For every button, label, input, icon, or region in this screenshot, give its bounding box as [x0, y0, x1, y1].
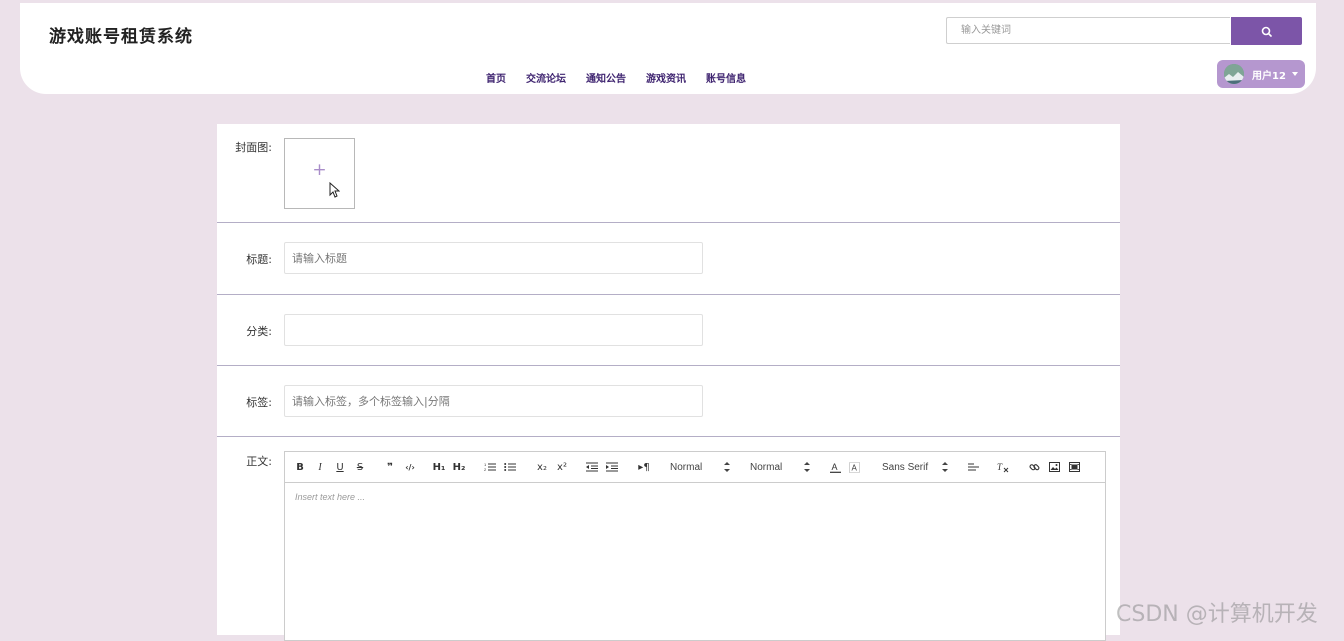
- background-color-button[interactable]: A: [847, 452, 861, 482]
- header-select[interactable]: Normal: [750, 452, 812, 482]
- select-arrows-icon: [942, 462, 948, 472]
- bullet-list-button[interactable]: [503, 452, 517, 482]
- align-button[interactable]: [966, 452, 980, 482]
- header-select-value: Normal: [750, 461, 783, 473]
- h2-button[interactable]: H₂: [451, 452, 467, 482]
- tags-label: 标签:: [246, 396, 272, 409]
- editor-toolbar: B I U S ❞ ‹/› H₁ H₂ 1 2 x₂ x² ▸¶ Normal …: [285, 452, 1105, 483]
- code-button[interactable]: ‹/›: [402, 452, 418, 482]
- category-label: 分类:: [246, 325, 272, 338]
- font-select-value: Sans Serif: [882, 461, 929, 473]
- svg-text:A: A: [851, 463, 857, 472]
- title-row: 标题:: [217, 223, 1120, 295]
- indent-button[interactable]: [605, 452, 619, 482]
- svg-text:T: T: [997, 462, 1003, 472]
- site-title: 游戏账号租赁系统: [49, 27, 193, 47]
- editor-content-area[interactable]: Insert text here ...: [285, 483, 1105, 511]
- svg-text:2: 2: [484, 467, 487, 472]
- site-header: 游戏账号租赁系统 首页 交流论坛 通知公告 游戏资讯 账号信息 用户12: [20, 3, 1316, 94]
- nav-item-accounts[interactable]: 账号信息: [706, 70, 746, 85]
- image-icon: [1048, 462, 1060, 472]
- tags-input[interactable]: [284, 385, 703, 417]
- text-color-button[interactable]: A: [828, 452, 842, 482]
- content-label: 正文:: [246, 455, 272, 468]
- outdent-button[interactable]: [585, 452, 599, 482]
- underline-button[interactable]: U: [333, 452, 347, 482]
- cover-label: 封面图:: [235, 141, 272, 154]
- indent-icon: [606, 462, 618, 472]
- superscript-button[interactable]: x²: [554, 452, 570, 482]
- select-arrows-icon: [724, 462, 730, 472]
- size-select[interactable]: Normal: [670, 452, 732, 482]
- plus-icon: +: [312, 160, 327, 180]
- title-label: 标题:: [246, 253, 272, 266]
- link-button[interactable]: [1027, 452, 1041, 482]
- watermark: CSDN @计算机开发: [1116, 602, 1318, 627]
- chevron-down-icon: [1291, 72, 1298, 76]
- clear-format-button[interactable]: T: [996, 452, 1010, 482]
- outdent-icon: [586, 462, 598, 472]
- nav-item-home[interactable]: 首页: [486, 70, 506, 85]
- ordered-list-button[interactable]: 1 2: [483, 452, 497, 482]
- post-form: 封面图: + 标题: 分类: 标签: 正文: B I U S ❞ ‹/› H₁: [217, 124, 1120, 641]
- main-nav: 首页 交流论坛 通知公告 游戏资讯 账号信息: [486, 70, 746, 85]
- background-color-icon: A: [848, 461, 860, 473]
- user-menu[interactable]: 用户12: [1217, 60, 1305, 88]
- category-row: 分类:: [217, 295, 1120, 366]
- video-button[interactable]: [1067, 452, 1081, 482]
- strike-button[interactable]: S: [353, 452, 367, 482]
- title-input[interactable]: [284, 242, 703, 274]
- search-icon: [1261, 26, 1272, 37]
- search-button[interactable]: [1231, 17, 1302, 45]
- text-direction-button[interactable]: ▸¶: [636, 452, 652, 482]
- video-icon: [1068, 462, 1080, 472]
- rich-text-editor: B I U S ❞ ‹/› H₁ H₂ 1 2 x₂ x² ▸¶ Normal …: [284, 451, 1106, 641]
- link-icon: [1028, 463, 1039, 470]
- subscript-button[interactable]: x₂: [534, 452, 550, 482]
- clear-format-icon: T: [997, 462, 1009, 472]
- svg-text:A: A: [831, 462, 837, 472]
- mouse-cursor-icon: [329, 182, 340, 198]
- select-arrows-icon: [804, 462, 810, 472]
- font-select[interactable]: Sans Serif: [882, 452, 952, 482]
- cover-row: 封面图: +: [217, 124, 1120, 223]
- italic-button[interactable]: I: [313, 452, 327, 482]
- avatar: [1224, 64, 1244, 84]
- align-left-icon: [967, 463, 979, 471]
- image-button[interactable]: [1047, 452, 1061, 482]
- search-input[interactable]: [946, 17, 1230, 44]
- nav-item-news[interactable]: 游戏资讯: [646, 70, 686, 85]
- quote-button[interactable]: ❞: [383, 452, 397, 482]
- text-color-icon: A: [829, 462, 841, 473]
- tags-row: 标签:: [217, 366, 1120, 437]
- bullet-list-icon: [504, 463, 516, 471]
- ordered-list-icon: 1 2: [484, 462, 496, 472]
- cover-upload[interactable]: +: [284, 138, 355, 209]
- bold-button[interactable]: B: [293, 452, 307, 482]
- nav-item-notice[interactable]: 通知公告: [586, 70, 626, 85]
- size-select-value: Normal: [670, 461, 703, 473]
- nav-item-forum[interactable]: 交流论坛: [526, 70, 566, 85]
- h1-button[interactable]: H₁: [431, 452, 447, 482]
- user-name: 用户12: [1252, 70, 1286, 82]
- category-input[interactable]: [284, 314, 703, 346]
